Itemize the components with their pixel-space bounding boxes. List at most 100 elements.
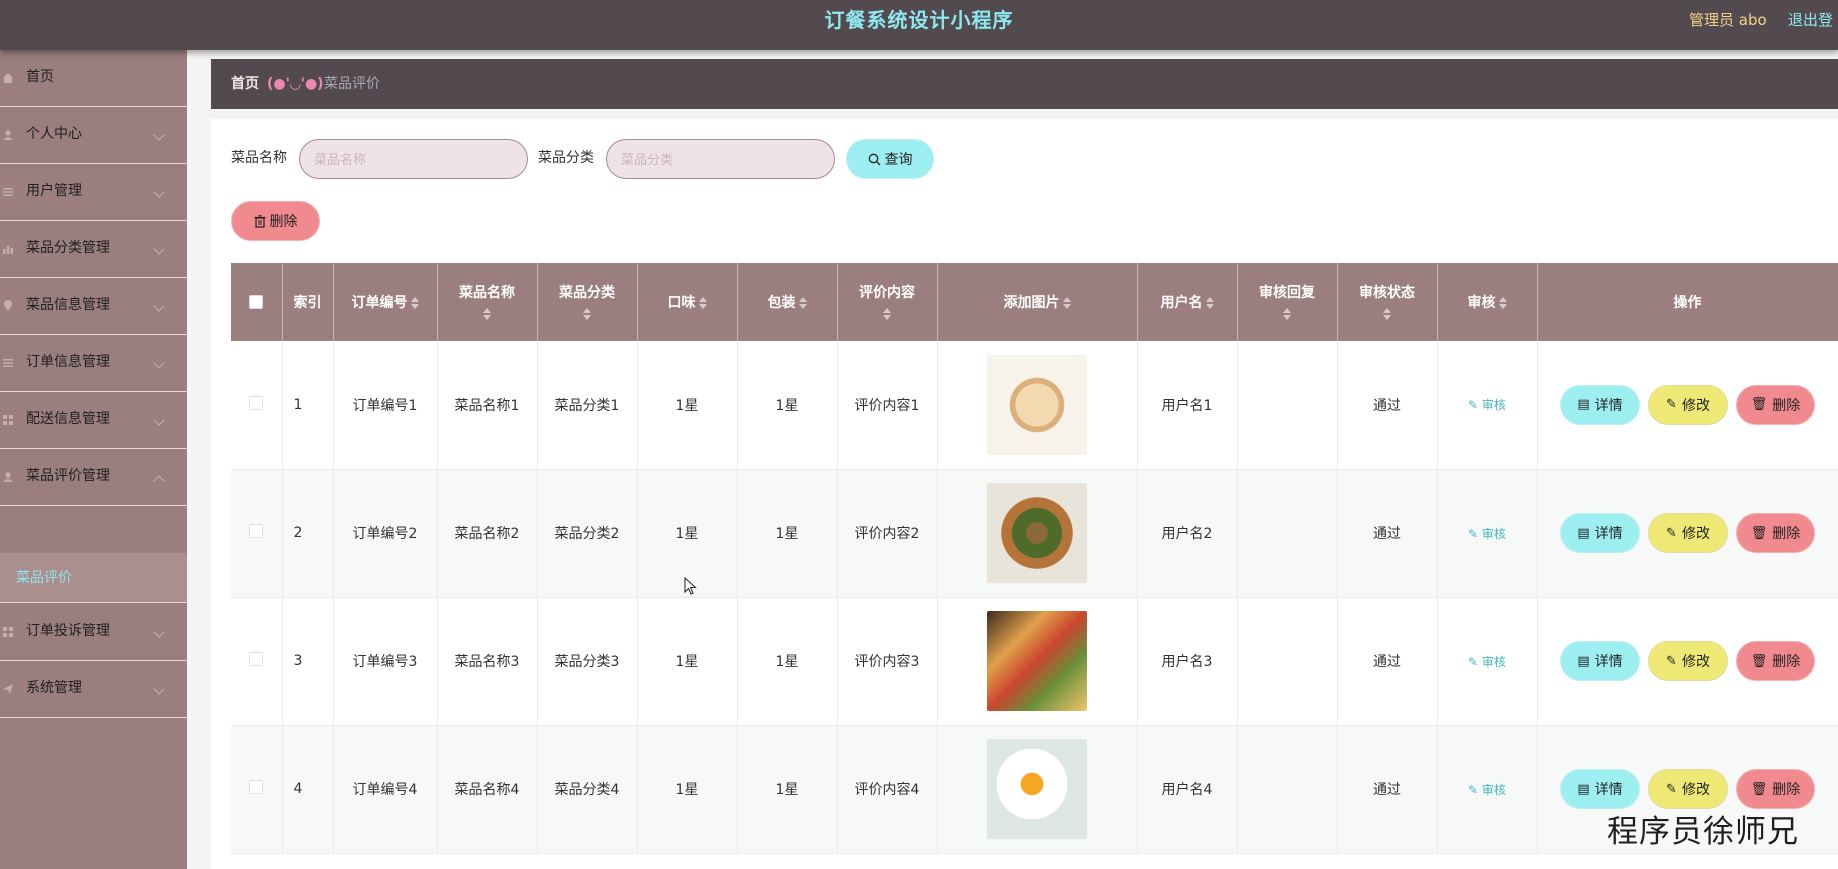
delete-button[interactable]: 🗑 删除 xyxy=(1736,769,1815,809)
col-audit[interactable]: 审核 xyxy=(1437,263,1538,341)
sort-icon[interactable] xyxy=(798,295,807,311)
pen-icon: ✎ xyxy=(1666,653,1677,669)
sort-icon[interactable] xyxy=(883,308,891,320)
review-table: 索引 订单编号 菜品名称 菜品分类 口味 包装 评价内容 添加图片 用户名 审核… xyxy=(231,263,1838,854)
row-checkbox[interactable] xyxy=(249,524,264,538)
dish-photo[interactable] xyxy=(987,611,1087,711)
sort-icon[interactable] xyxy=(1383,308,1391,320)
audit-link[interactable]: ✎ 审核 xyxy=(1468,655,1506,669)
sidebar-item-home[interactable]: 首页 xyxy=(0,50,187,107)
bulk-delete-button[interactable]: 删除 xyxy=(231,201,320,241)
col-order-no[interactable]: 订单编号 xyxy=(333,263,438,341)
col-taste[interactable]: 口味 xyxy=(637,263,738,341)
edit-button[interactable]: ✎ 修改 xyxy=(1648,384,1728,425)
sidebar-item-delivery[interactable]: 配送信息管理 xyxy=(0,392,187,449)
table-row: 2 订单编号2 菜品名称2 菜品分类2 1星 1星 评价内容2 用户名2 通过 … xyxy=(231,469,1838,598)
cell-status: 通过 xyxy=(1337,341,1438,470)
cell-actions: ▤ 详情 ✎ 修改 🗑 删除 xyxy=(1537,341,1838,470)
audit-link[interactable]: ✎ 审核 xyxy=(1468,398,1506,412)
dish-photo[interactable] xyxy=(987,739,1087,839)
trash-icon: 🗑 xyxy=(1750,397,1768,413)
col-review[interactable]: 评价内容 xyxy=(837,263,938,341)
sort-icon[interactable] xyxy=(1205,295,1214,311)
sidebar-item-system[interactable]: 系统管理 xyxy=(0,661,187,718)
detail-button-label: 详情 xyxy=(1594,397,1623,414)
col-actions: 操作 xyxy=(1537,263,1838,341)
row-checkbox[interactable] xyxy=(249,395,264,410)
sidebar-item-profile[interactable]: 个人中心 xyxy=(0,107,187,164)
sort-icon[interactable] xyxy=(583,308,591,320)
list-icon xyxy=(3,188,13,196)
col-dish-category[interactable]: 菜品分类 xyxy=(537,263,638,341)
cell-status: 通过 xyxy=(1337,469,1438,598)
pen-icon: ✎ xyxy=(1666,525,1677,541)
cell-username: 用户名3 xyxy=(1137,597,1238,726)
table-row: 1 订单编号1 菜品名称1 菜品分类1 1星 1星 评价内容1 用户名1 通过 … xyxy=(231,341,1838,470)
cell-reply xyxy=(1237,341,1338,470)
detail-button[interactable]: ▤ 详情 xyxy=(1560,384,1640,425)
query-button[interactable]: 查询 xyxy=(846,139,934,179)
sidebar-item-label: 配送信息管理 xyxy=(26,411,110,427)
col-packaging[interactable]: 包装 xyxy=(737,263,838,341)
detail-button[interactable]: ▤ 详情 xyxy=(1560,769,1640,809)
table-row: 3 订单编号3 菜品名称3 菜品分类3 1星 1星 评价内容3 用户名3 通过 … xyxy=(231,597,1838,726)
cell-dish-name: 菜品名称4 xyxy=(437,725,538,854)
sidebar-item-orders[interactable]: 订单信息管理 xyxy=(0,335,187,392)
cell-dish-category: 菜品分类4 xyxy=(537,725,638,854)
home-icon xyxy=(3,73,13,83)
col-status[interactable]: 审核状态 xyxy=(1337,263,1438,341)
chevron-down-icon xyxy=(153,186,165,198)
select-all-checkbox[interactable] xyxy=(249,295,264,309)
col-image[interactable]: 添加图片 xyxy=(937,263,1138,341)
sidebar-item-users[interactable]: 用户管理 xyxy=(0,164,187,221)
delete-button[interactable]: 🗑 删除 xyxy=(1736,513,1815,553)
edit-button[interactable]: ✎ 修改 xyxy=(1648,513,1728,553)
row-checkbox[interactable] xyxy=(249,780,264,794)
row-checkbox[interactable] xyxy=(249,652,264,666)
send-icon xyxy=(3,684,13,694)
sort-icon[interactable] xyxy=(483,308,491,320)
dish-photo[interactable] xyxy=(987,483,1087,583)
delete-button[interactable]: 🗑 删除 xyxy=(1736,384,1815,425)
delete-button[interactable]: 🗑 删除 xyxy=(1736,641,1815,681)
sidebar-subitem-dish-review[interactable]: 菜品评价 xyxy=(0,553,187,603)
cell-image xyxy=(937,341,1138,470)
sidebar-item-reviews[interactable]: 菜品评价管理 xyxy=(0,449,187,506)
sidebar-item-complaints[interactable]: 订单投诉管理 xyxy=(0,604,187,661)
dish-photo[interactable] xyxy=(987,354,1087,455)
col-index: 索引 xyxy=(282,263,334,341)
sidebar-item-dish-category[interactable]: 菜品分类管理 xyxy=(0,221,187,278)
dish-category-input[interactable] xyxy=(606,139,835,179)
dish-name-input[interactable] xyxy=(299,139,528,179)
col-reply[interactable]: 审核回复 xyxy=(1237,263,1338,341)
edit-button[interactable]: ✎ 修改 xyxy=(1648,641,1728,681)
list-icon xyxy=(3,359,13,367)
sort-icon[interactable] xyxy=(1062,295,1071,311)
edit-button[interactable]: ✎ 修改 xyxy=(1648,769,1728,809)
col-username[interactable]: 用户名 xyxy=(1137,263,1238,341)
cell-dish-category: 菜品分类1 xyxy=(537,341,638,470)
sort-icon[interactable] xyxy=(1498,295,1507,311)
logout-link[interactable]: 退出登 xyxy=(1788,9,1833,30)
document-icon: ▤ xyxy=(1577,653,1590,669)
detail-button[interactable]: ▤ 详情 xyxy=(1560,513,1640,553)
audit-link[interactable]: ✎ 审核 xyxy=(1468,527,1506,541)
audit-link[interactable]: ✎ 审核 xyxy=(1468,783,1506,797)
col-dish-name[interactable]: 菜品名称 xyxy=(437,263,538,341)
detail-button-label: 详情 xyxy=(1594,782,1623,798)
detail-button[interactable]: ▤ 详情 xyxy=(1560,641,1640,681)
cell-reply xyxy=(1237,469,1338,598)
cell-actions: ▤ 详情 ✎ 修改 🗑 删除 xyxy=(1537,597,1838,726)
search-icon xyxy=(868,153,880,165)
col-actions-label: 操作 xyxy=(1673,295,1702,311)
col-dish-category-label: 菜品分类 xyxy=(559,285,615,301)
sort-icon[interactable] xyxy=(1283,308,1291,320)
breadcrumb-home[interactable]: 首页 xyxy=(231,59,259,109)
sidebar-item-dish-info[interactable]: 菜品信息管理 xyxy=(0,278,187,335)
col-index-label: 索引 xyxy=(293,295,322,311)
col-status-label: 审核状态 xyxy=(1359,285,1415,301)
sort-icon[interactable] xyxy=(410,295,419,311)
sort-icon[interactable] xyxy=(698,295,707,311)
col-review-label: 评价内容 xyxy=(859,285,915,301)
breadcrumb-current: 菜品评价 xyxy=(324,76,380,92)
